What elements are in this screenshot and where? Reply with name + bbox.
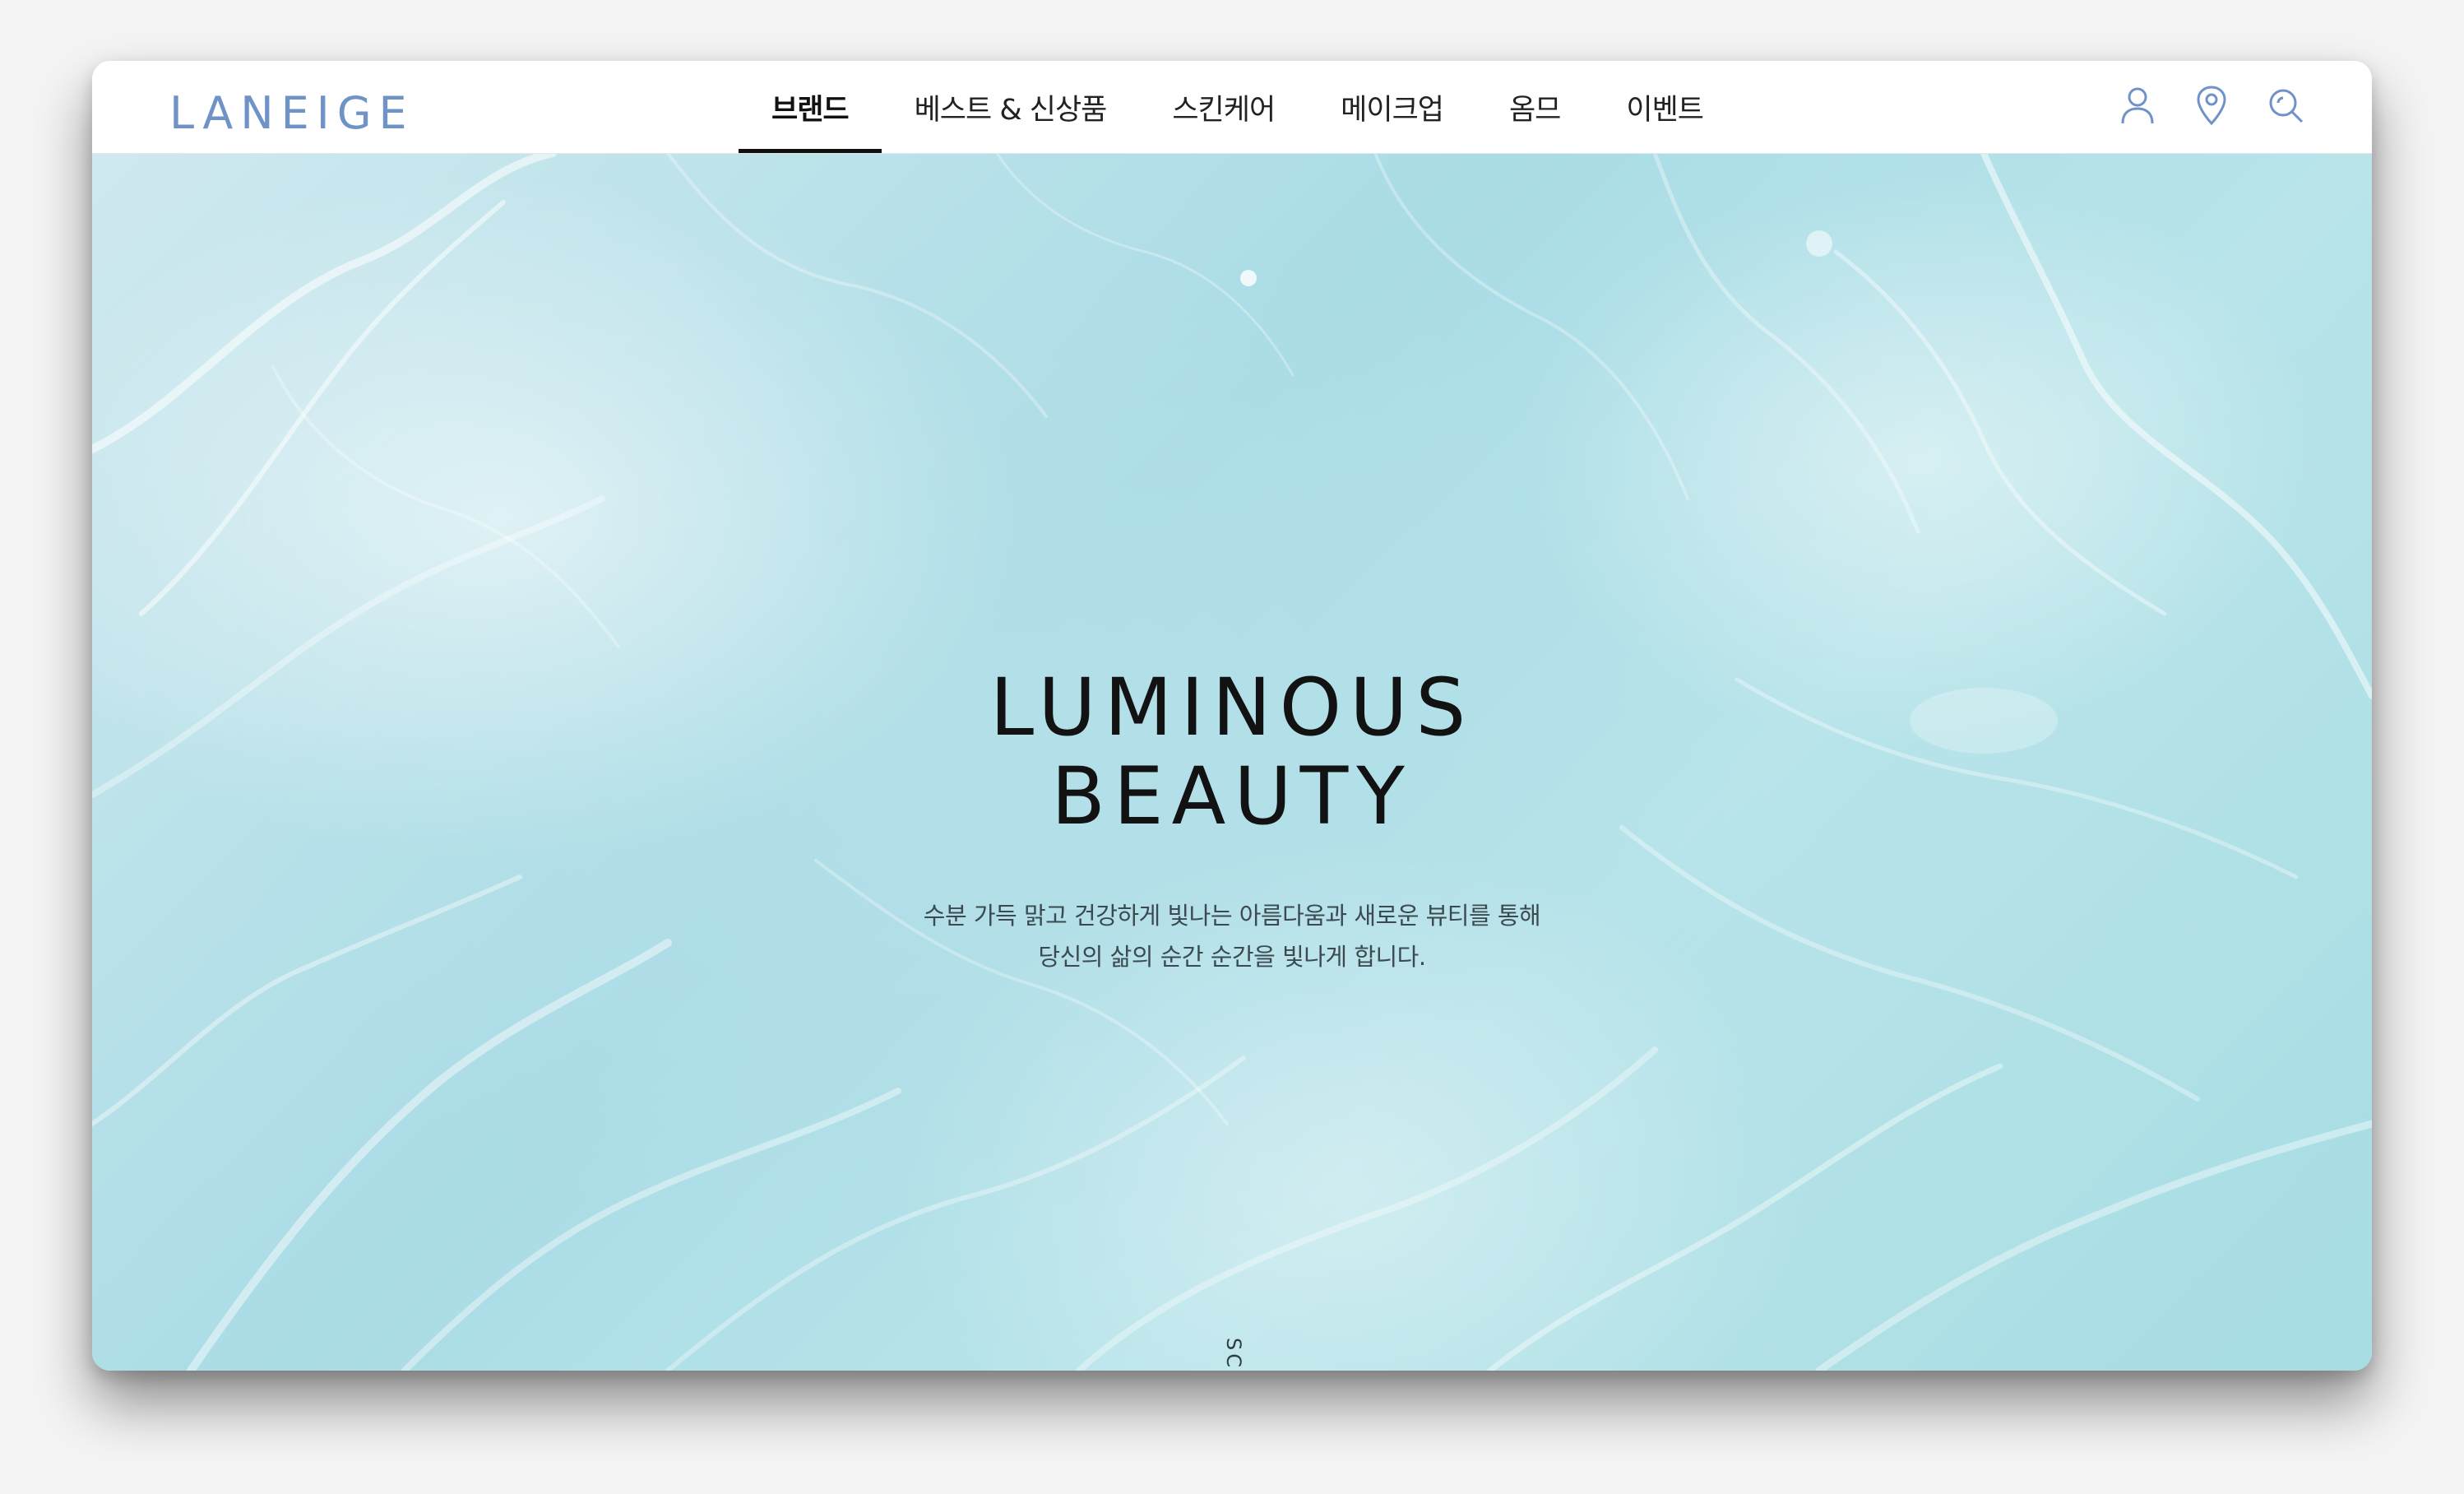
nav-item-skincare[interactable]: 스킨케어 (1139, 61, 1308, 153)
browser-window: LANEIGE 브랜드 베스트 & 신상품 스킨케어 메이크업 옴므 이벤트 L… (92, 61, 2372, 1371)
user-icon[interactable] (2117, 82, 2158, 128)
hero-title: LUMINOUS BEAUTY (92, 663, 2372, 841)
location-pin-icon[interactable] (2191, 82, 2232, 128)
nav-item-brand[interactable]: 브랜드 (739, 61, 882, 153)
nav-item-homme[interactable]: 옴므 (1476, 61, 1593, 153)
top-navigation-bar: LANEIGE 브랜드 베스트 & 신상품 스킨케어 메이크업 옴므 이벤트 (92, 61, 2372, 154)
main-nav-menu: 브랜드 베스트 & 신상품 스킨케어 메이크업 옴므 이벤트 (739, 61, 1736, 153)
header-icons (2117, 82, 2306, 128)
hero-subtitle: 수분 가득 맑고 건강하게 빛나는 아름다움과 새로운 뷰티를 통해 당신의 삶… (92, 895, 2372, 977)
scroll-label: SCROLL (1222, 1338, 1245, 1371)
hero-content: LUMINOUS BEAUTY 수분 가득 맑고 건강하게 빛나는 아름다움과 … (92, 663, 2372, 977)
hero-subtitle-line-1: 수분 가득 맑고 건강하게 빛나는 아름다움과 새로운 뷰티를 통해 (923, 902, 1541, 930)
hero-subtitle-line-2: 당신의 삶의 순간 순간을 빛나게 합니다. (1038, 943, 1426, 971)
search-icon[interactable] (2265, 82, 2306, 128)
nav-item-makeup[interactable]: 메이크업 (1308, 61, 1476, 153)
laneige-logo[interactable]: LANEIGE (169, 81, 415, 146)
nav-item-event[interactable]: 이벤트 (1593, 61, 1736, 153)
nav-item-best-new[interactable]: 베스트 & 신상품 (882, 61, 1140, 153)
scroll-indicator[interactable]: SCROLL (1220, 1338, 1245, 1371)
hero-title-line-2: BEAUTY (1051, 750, 1413, 842)
hero-title-line-1: LUMINOUS (989, 661, 1475, 754)
hero-banner: LUMINOUS BEAUTY 수분 가득 맑고 건강하게 빛나는 아름다움과 … (92, 153, 2372, 1371)
